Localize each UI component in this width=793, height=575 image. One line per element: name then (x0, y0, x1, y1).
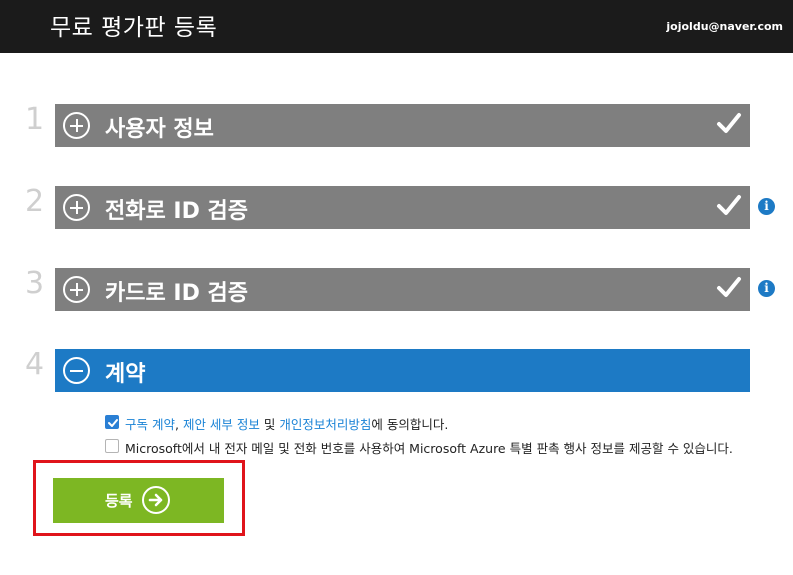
step-label: 카드로 ID 검증 (105, 281, 248, 306)
marketing-consent-checkbox[interactable] (105, 439, 119, 453)
step-number: 2 (25, 184, 45, 219)
checkmark-icon (717, 113, 741, 133)
step-number: 1 (25, 102, 45, 137)
step-label: 전화로 ID 검증 (105, 199, 248, 224)
expand-plus-icon[interactable] (63, 276, 90, 303)
top-header-bar: 무료 평가판 등록 jojoldu@naver.com (0, 0, 793, 53)
step-agreement: 4 계약 (0, 347, 793, 392)
step-header-card-verification[interactable]: 카드로 ID 검증 (55, 268, 750, 311)
separator-text: , (174, 417, 183, 432)
checkmark-icon (717, 277, 741, 297)
step-number: 4 (25, 347, 45, 382)
checkmark-icon (717, 195, 741, 215)
checkbox-check-icon (108, 419, 118, 427)
info-icon[interactable]: i (758, 198, 775, 215)
step-number: 3 (25, 266, 45, 301)
step-card-verification: 3 카드로 ID 검증 i (0, 266, 793, 311)
separator-text: 및 (259, 417, 280, 432)
step-header-agreement[interactable]: 계약 (55, 349, 750, 392)
arrow-right-circle-icon (142, 486, 170, 514)
collapse-minus-icon[interactable] (63, 357, 90, 384)
marketing-consent-text: Microsoft에서 내 전자 메일 및 전화 번호를 사용하여 Micros… (125, 441, 733, 456)
expand-plus-icon[interactable] (63, 194, 90, 221)
register-button-label: 등록 (105, 492, 133, 510)
info-icon[interactable]: i (758, 280, 775, 297)
expand-plus-icon[interactable] (63, 112, 90, 139)
subscription-agreement-link[interactable]: 구독 계약 (125, 417, 175, 432)
user-account-email[interactable]: jojoldu@naver.com (666, 20, 783, 33)
step-label: 계약 (105, 362, 146, 387)
agree-suffix-text: 에 동의합니다. (371, 417, 449, 432)
step-header-user-info[interactable]: 사용자 정보 (55, 104, 750, 147)
terms-checkbox[interactable] (105, 415, 119, 429)
privacy-policy-link[interactable]: 개인정보처리방침 (279, 417, 371, 432)
step-label: 사용자 정보 (105, 117, 214, 142)
register-button[interactable]: 등록 (53, 478, 224, 523)
step-header-phone-verification[interactable]: 전화로 ID 검증 (55, 186, 750, 229)
offer-details-link[interactable]: 제안 세부 정보 (183, 417, 260, 432)
page-title: 무료 평가판 등록 (50, 15, 218, 41)
terms-agreement-text: 구독 계약, 제안 세부 정보 및 개인정보처리방침에 동의합니다. (125, 414, 448, 433)
step-phone-verification: 2 전화로 ID 검증 i (0, 184, 793, 229)
step-user-info: 1 사용자 정보 (0, 102, 793, 147)
